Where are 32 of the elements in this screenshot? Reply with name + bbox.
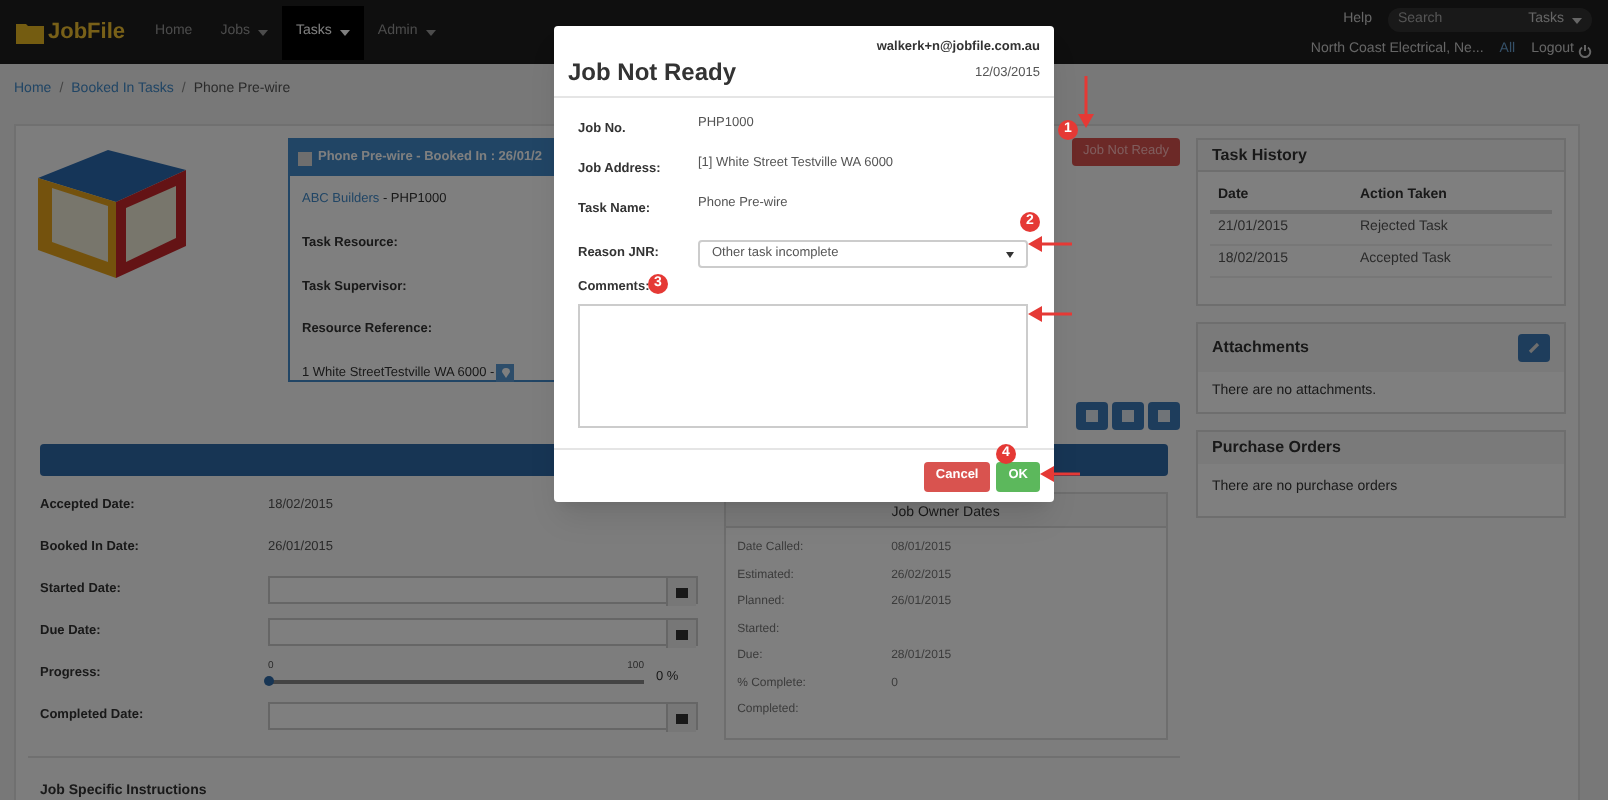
date-field[interactable] xyxy=(268,576,698,604)
panel-title: Task History xyxy=(1212,143,1307,167)
comments-field[interactable] xyxy=(578,303,1028,428)
calendar-icon xyxy=(676,586,688,598)
bookmark-button[interactable] xyxy=(1148,402,1180,430)
power-icon xyxy=(1578,43,1592,58)
print-button[interactable] xyxy=(1112,402,1144,430)
folder-icon xyxy=(16,20,44,44)
callout-arrow xyxy=(1028,236,1072,252)
callout-arrow xyxy=(1040,466,1080,482)
caret-icon xyxy=(1572,17,1582,23)
calendar-button[interactable] xyxy=(666,704,696,732)
attach-button[interactable] xyxy=(1518,334,1550,362)
dialog-title: Job Not Ready xyxy=(568,56,737,90)
map-pin-icon xyxy=(501,368,510,379)
calendar-icon xyxy=(676,628,688,640)
map-pin-button[interactable] xyxy=(496,364,515,383)
app-logo[interactable]: JobFile xyxy=(48,15,126,49)
calendar-icon xyxy=(676,712,688,724)
calendar-button[interactable] xyxy=(666,620,696,648)
document-button[interactable] xyxy=(1076,402,1108,430)
date-field[interactable] xyxy=(268,618,698,646)
caret-icon xyxy=(1006,251,1014,257)
callout-arrow xyxy=(1078,76,1094,128)
calendar-button[interactable] xyxy=(666,578,696,606)
callout-arrow xyxy=(1028,306,1072,322)
task-icon xyxy=(298,151,312,165)
panel-title: Attachments xyxy=(1212,336,1309,360)
panel-title: Purchase Orders xyxy=(1212,436,1341,460)
paperclip-icon xyxy=(1528,342,1540,354)
slider-thumb[interactable] xyxy=(264,675,274,686)
date-field[interactable] xyxy=(268,702,698,730)
